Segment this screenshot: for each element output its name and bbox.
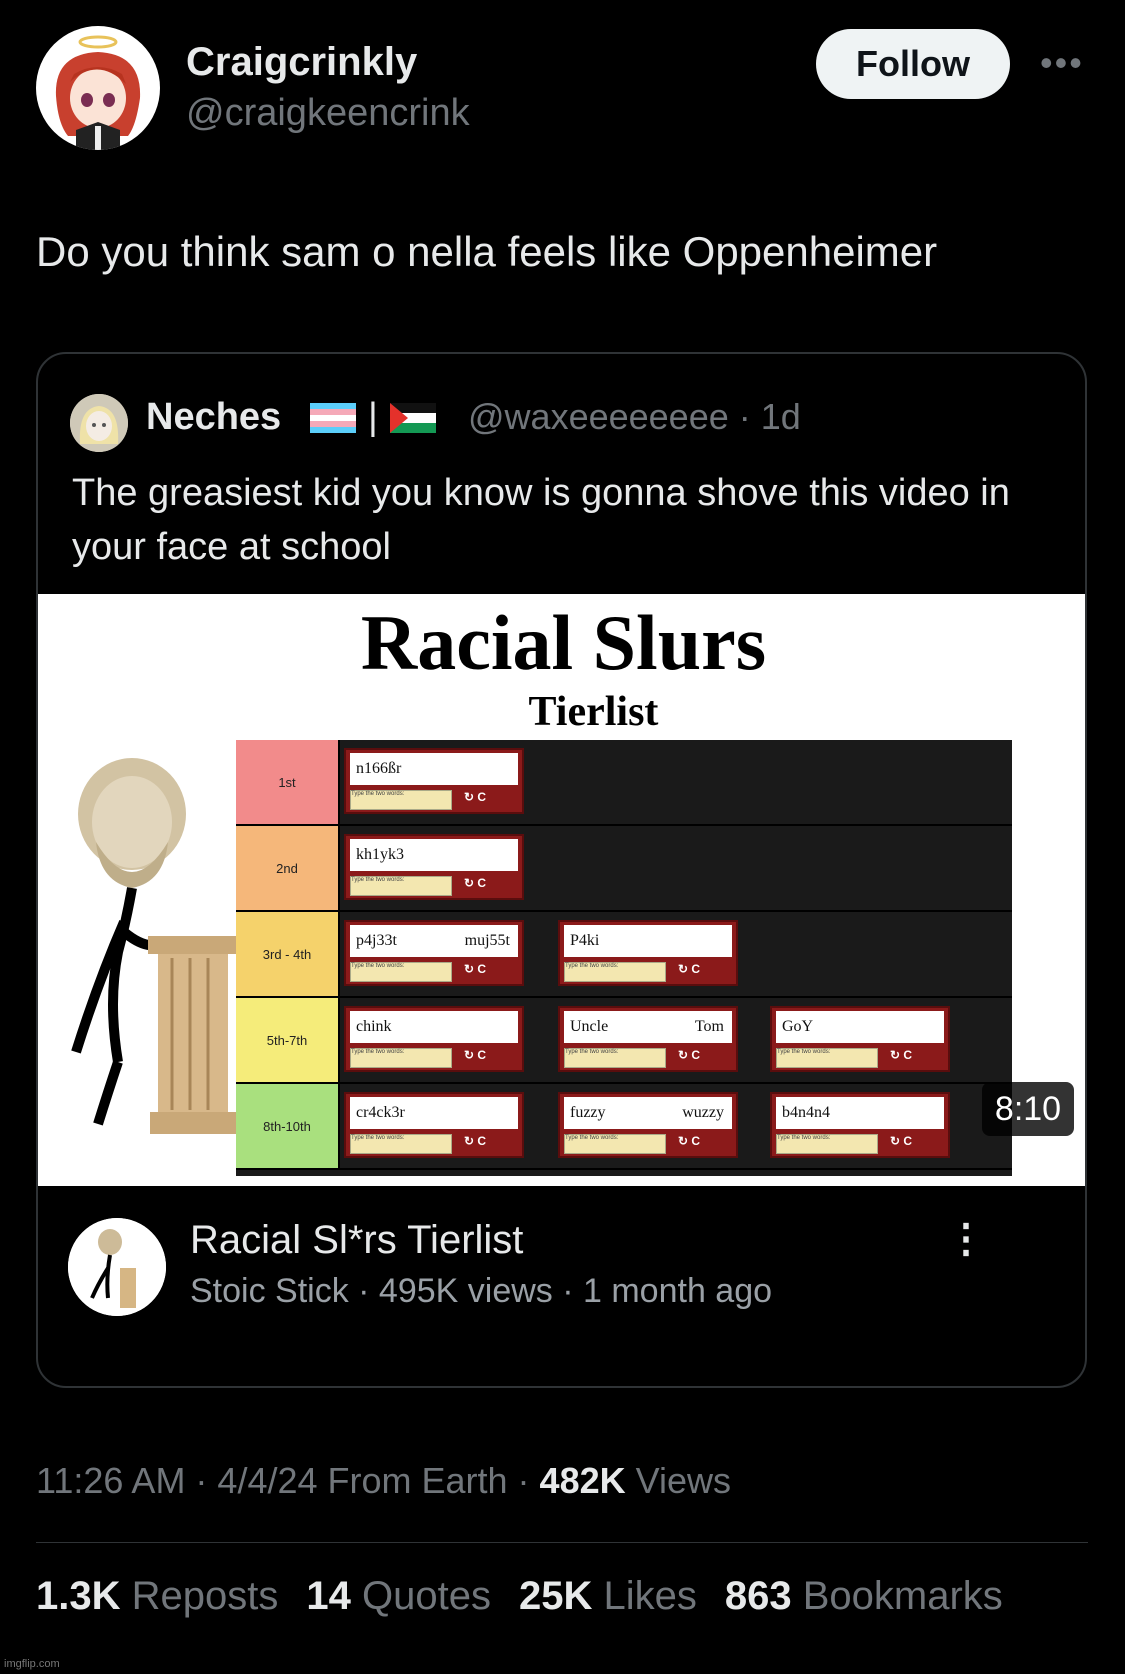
divider <box>36 1542 1088 1543</box>
tweet-text: Do you think sam o nella feels like Oppe… <box>36 228 938 275</box>
captcha-input: Type the two words: <box>776 1048 878 1068</box>
tier-row: 5th-7th chink Type the two words: ↻ C Un… <box>236 998 1012 1084</box>
views-label: Views <box>625 1460 731 1501</box>
captcha-tile: fuzzy wuzzy Type the two words: ↻ C <box>558 1092 738 1158</box>
captcha-word: Uncle Tom <box>564 1011 732 1043</box>
likes-stat[interactable]: 25K Likes <box>519 1574 697 1619</box>
captcha-logo-icon: ↻ C <box>678 1048 701 1062</box>
video-thumbnail[interactable]: Racial Slurs Tierlist 1st n166ßr Type th… <box>38 594 1085 1186</box>
tier-label: 5th-7th <box>236 998 340 1082</box>
author-handle[interactable]: @craigkeencrink <box>186 92 470 135</box>
captcha-tile: P4ki Type the two words: ↻ C <box>558 920 738 986</box>
captcha-input: Type the two words: <box>350 962 452 982</box>
tier-label: 8th-10th <box>236 1084 340 1168</box>
video-meta: Stoic Stick · 495K views · 1 month ago <box>190 1272 773 1310</box>
captcha-tile: chink Type the two words: ↻ C <box>344 1006 524 1072</box>
quotes-stat[interactable]: 14 Quotes <box>306 1574 491 1619</box>
captcha-word: fuzzy wuzzy <box>564 1097 732 1129</box>
author-avatar[interactable] <box>36 26 160 150</box>
captcha-word: p4j33t muj55t <box>350 925 518 957</box>
tier-label: 3rd - 4th <box>236 912 340 996</box>
captcha-tile: n166ßr Type the two words: ↻ C <box>344 748 524 814</box>
captcha-word: P4ki <box>564 925 732 957</box>
stoic-statue-illustration <box>71 758 238 1134</box>
tier-row: 2nd kh1yk3 Type the two words: ↻ C <box>236 826 1012 912</box>
captcha-logo-icon: ↻ C <box>464 876 487 890</box>
captcha-logo-icon: ↻ C <box>678 1134 701 1148</box>
captcha-tile: b4n4n4 Type the two words: ↻ C <box>770 1092 950 1158</box>
captcha-tile: GoY Type the two words: ↻ C <box>770 1006 950 1072</box>
flags-separator: | <box>368 396 378 438</box>
author-display-name[interactable]: Craigcrinkly <box>186 40 417 85</box>
views-count: 482K <box>539 1460 626 1501</box>
captcha-word: kh1yk3 <box>350 839 518 871</box>
captcha-logo-icon: ↻ C <box>464 1134 487 1148</box>
captcha-logo-icon: ↻ C <box>464 790 487 804</box>
trans-flag-icon <box>310 402 356 433</box>
quoted-author-name[interactable]: Neches <box>146 396 281 439</box>
tier-label: 1st <box>236 740 340 824</box>
captcha-tile: Uncle Tom Type the two words: ↻ C <box>558 1006 738 1072</box>
captcha-input: Type the two words: <box>776 1134 878 1154</box>
captcha-logo-icon: ↻ C <box>890 1134 913 1148</box>
captcha-input: Type the two words: <box>564 1048 666 1068</box>
captcha-tile: p4j33t muj55t Type the two words: ↻ C <box>344 920 524 986</box>
tier-row: 1st n166ßr Type the two words: ↻ C <box>236 740 1012 826</box>
captcha-logo-icon: ↻ C <box>678 962 701 976</box>
captcha-input: Type the two words: <box>350 790 452 810</box>
captcha-input: Type the two words: <box>350 1134 452 1154</box>
captcha-word: chink <box>350 1011 518 1043</box>
tier-row: 8th-10th cr4ck3r Type the two words: ↻ C… <box>236 1084 1012 1170</box>
bookmarks-stat[interactable]: 863 Bookmarks <box>725 1574 1003 1619</box>
quoted-author-avatar[interactable] <box>70 394 128 452</box>
video-menu-icon[interactable]: ⋮ <box>946 1216 986 1262</box>
tier-row: 3rd - 4th p4j33t muj55t Type the two word… <box>236 912 1012 998</box>
captcha-logo-icon: ↻ C <box>890 1048 913 1062</box>
follow-button[interactable]: Follow <box>816 29 1010 99</box>
palestine-flag-icon <box>389 402 436 433</box>
captcha-input: Type the two words: <box>350 876 452 896</box>
reposts-stat[interactable]: 1.3K Reposts <box>36 1574 278 1619</box>
captcha-logo-icon: ↻ C <box>464 1048 487 1062</box>
captcha-word: cr4ck3r <box>350 1097 518 1129</box>
captcha-word: n166ßr <box>350 753 518 785</box>
captcha-input: Type the two words: <box>564 1134 666 1154</box>
captcha-word: b4n4n4 <box>776 1097 944 1129</box>
captcha-input: Type the two words: <box>350 1048 452 1068</box>
channel-avatar[interactable] <box>68 1218 166 1316</box>
captcha-tile: kh1yk3 Type the two words: ↻ C <box>344 834 524 900</box>
tier-list-grid: 1st n166ßr Type the two words: ↻ C 2nd k… <box>236 740 1012 1176</box>
engagement-stats: 1.3K Reposts 14 Quotes 25K Likes 863 Boo… <box>36 1574 1003 1619</box>
captcha-input: Type the two words: <box>564 962 666 982</box>
quoted-handle-time[interactable]: @waxeeeeeeee · 1d <box>468 396 801 438</box>
tier-label: 2nd <box>236 826 340 910</box>
watermark: imgflip.com <box>4 1658 60 1670</box>
thumbnail-title: Racial Slurs <box>360 599 767 686</box>
captcha-tile: cr4ck3r Type the two words: ↻ C <box>344 1092 524 1158</box>
video-title[interactable]: Racial Sl*rs Tierlist <box>190 1218 523 1263</box>
more-options-icon[interactable]: ••• <box>1040 42 1084 84</box>
quoted-tweet-card[interactable]: Neches | @waxeeeeeeee · 1d The greasiest… <box>36 352 1087 1388</box>
quoted-tweet-text: The greasiest kid you know is gonna shov… <box>72 472 1010 568</box>
time-date-source: 11:26 AM · 4/4/24 From Earth · <box>36 1460 540 1501</box>
captcha-word: GoY <box>776 1011 944 1043</box>
thumbnail-subtitle: Tierlist <box>528 689 659 735</box>
video-duration-badge: 8:10 <box>982 1082 1074 1136</box>
captcha-logo-icon: ↻ C <box>464 962 487 976</box>
tweet-timestamp[interactable]: 11:26 AM · 4/4/24 From Earth · 482K View… <box>36 1460 731 1502</box>
quoted-author-flags: | <box>310 396 436 439</box>
